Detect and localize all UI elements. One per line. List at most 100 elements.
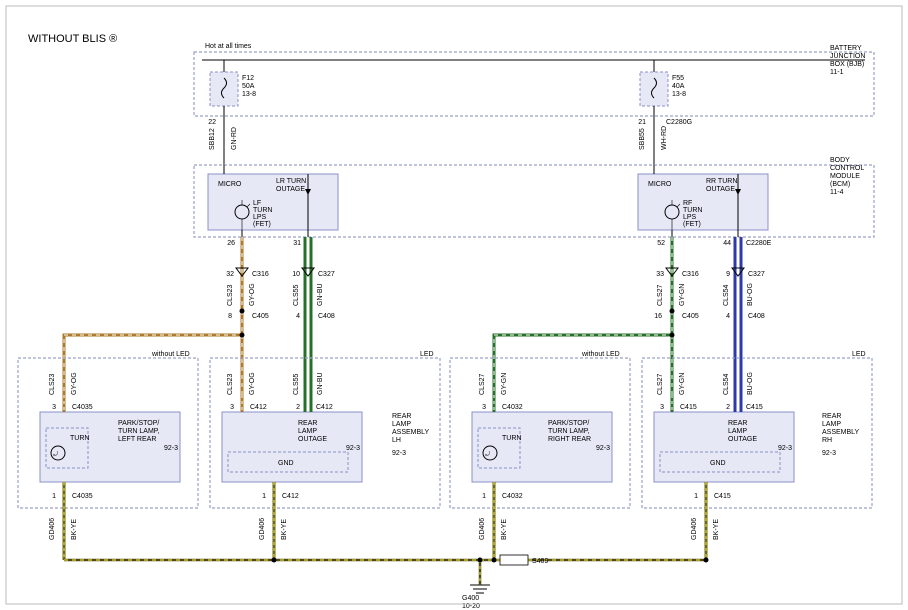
svg-text:92-3: 92-3	[346, 445, 360, 452]
svg-text:C316: C316	[252, 271, 269, 278]
svg-text:MICRO: MICRO	[648, 181, 672, 188]
svg-text:11-4: 11-4	[830, 189, 844, 196]
page-border	[6, 6, 902, 604]
svg-text:C412: C412	[250, 404, 267, 411]
svg-text:BK-YE: BK-YE	[501, 519, 508, 540]
diagram-title: WITHOUT BLIS ®	[28, 33, 117, 45]
svg-text:GD406: GD406	[259, 518, 266, 540]
svg-text:RR TURNOUTAGE: RR TURNOUTAGE	[706, 178, 737, 193]
pin-26: 26	[227, 240, 235, 247]
svg-text:C405: C405	[252, 313, 269, 320]
svg-text:GND: GND	[710, 460, 726, 467]
conn-c2280e: C2280E	[746, 240, 772, 247]
svg-text:GY-GN: GY-GN	[501, 373, 508, 395]
svg-text:92-3: 92-3	[164, 445, 178, 452]
wire-sbb12: SBB12	[209, 128, 216, 150]
svg-text:50A: 50A	[242, 83, 255, 90]
svg-text:PARK/STOP/TURN LAMP,LEFT REAR: PARK/STOP/TURN LAMP,LEFT REAR	[118, 420, 160, 443]
pin-44: 44	[723, 240, 731, 247]
svg-text:1: 1	[52, 493, 56, 500]
svg-text:C415: C415	[714, 493, 731, 500]
svg-text:GN-BU: GN-BU	[317, 372, 324, 395]
wire-sbb55-color: WH-RD	[661, 126, 668, 150]
wire-sbb55: SBB55	[639, 128, 646, 150]
bjb-box	[194, 52, 874, 116]
svg-text:33: 33	[656, 271, 664, 278]
svg-text:C327: C327	[318, 271, 335, 278]
svg-text:16: 16	[654, 313, 662, 320]
svg-text:F55: F55	[672, 75, 684, 82]
svg-text:92-3: 92-3	[778, 445, 792, 452]
svg-text:BU-OG: BU-OG	[747, 372, 754, 395]
svg-text:S409: S409	[532, 558, 548, 565]
wire-sbb12-color: GN-RD	[231, 127, 238, 150]
wire-cls23-main	[64, 237, 245, 395]
svg-text:BU-OG: BU-OG	[747, 283, 754, 306]
wire-cls27-main	[494, 237, 675, 395]
svg-text:without LED: without LED	[151, 351, 190, 358]
svg-text:BK-YE: BK-YE	[713, 519, 720, 540]
svg-text:GD406: GD406	[49, 518, 56, 540]
bjb-title2: JUNCTION	[830, 53, 865, 60]
svg-text:92-3: 92-3	[596, 445, 610, 452]
bjb-title3: BOX (BJB)	[830, 61, 864, 68]
svg-text:LED: LED	[420, 351, 434, 358]
svg-text:GD406: GD406	[479, 518, 486, 540]
svg-text:REARLAMPASSEMBLYRH: REARLAMPASSEMBLYRH	[822, 413, 860, 444]
svg-text:C4035: C4035	[72, 493, 93, 500]
svg-text:2: 2	[296, 404, 300, 411]
pin-31: 31	[293, 240, 301, 247]
svg-text:TURN: TURN	[70, 435, 89, 442]
svg-text:CLS27: CLS27	[479, 373, 486, 395]
svg-text:CLS23: CLS23	[227, 284, 234, 306]
svg-text:LED: LED	[852, 351, 866, 358]
svg-text:1: 1	[482, 493, 486, 500]
svg-text:PARK/STOP/TURN LAMP,RIGHT REAR: PARK/STOP/TURN LAMP,RIGHT REAR	[548, 420, 591, 443]
header-note: Hot at all times	[205, 43, 252, 50]
svg-text:GND: GND	[278, 460, 294, 467]
svg-text:GY-GN: GY-GN	[679, 284, 686, 306]
svg-text:3: 3	[660, 404, 664, 411]
svg-text:⤾: ⤾	[53, 451, 58, 458]
svg-text:C4032: C4032	[502, 404, 523, 411]
svg-text:CLS23: CLS23	[49, 373, 56, 395]
svg-text:10: 10	[292, 271, 300, 278]
svg-text:C4035: C4035	[72, 404, 93, 411]
svg-text:1: 1	[262, 493, 266, 500]
svg-text:C408: C408	[318, 313, 335, 320]
svg-text:(BCM): (BCM)	[830, 181, 850, 188]
svg-text:GD406: GD406	[691, 518, 698, 540]
svg-text:CLS27: CLS27	[657, 373, 664, 395]
svg-text:GY-GN: GY-GN	[679, 373, 686, 395]
svg-text:C408: C408	[748, 313, 765, 320]
svg-text:C327: C327	[748, 271, 765, 278]
svg-text:3: 3	[230, 404, 234, 411]
pin-21: 21	[638, 119, 646, 126]
pin-52: 52	[657, 240, 665, 247]
wire-cls54	[735, 237, 741, 395]
svg-text:CLS55: CLS55	[293, 284, 300, 306]
svg-text:without LED: without LED	[581, 351, 620, 358]
wire-cls55	[305, 237, 311, 395]
svg-text:3: 3	[482, 404, 486, 411]
svg-text:MODULE: MODULE	[830, 173, 860, 180]
svg-text:40A: 40A	[672, 83, 685, 90]
svg-text:GY-OG: GY-OG	[71, 372, 78, 395]
svg-text:GN-BU: GN-BU	[317, 283, 324, 306]
svg-text:GY-OG: GY-OG	[249, 283, 256, 306]
pin-22: 22	[208, 119, 216, 126]
svg-text:92-3: 92-3	[392, 450, 406, 457]
svg-text:CLS23: CLS23	[227, 373, 234, 395]
svg-text:CLS55: CLS55	[293, 373, 300, 395]
svg-text:4: 4	[726, 313, 730, 320]
svg-text:32: 32	[226, 271, 234, 278]
svg-text:13-8: 13-8	[242, 91, 256, 98]
svg-text:GY-OG: GY-OG	[249, 372, 256, 395]
svg-text:C4032: C4032	[502, 493, 523, 500]
svg-text:9: 9	[726, 271, 730, 278]
lr-turn-outage: LR TURNOUTAGE	[276, 178, 306, 193]
svg-text:MICRO: MICRO	[218, 181, 242, 188]
svg-text:2: 2	[726, 404, 730, 411]
wiring-diagram: WITHOUT BLIS ® Hot at all times BATTERY …	[0, 0, 908, 610]
svg-text:CLS54: CLS54	[723, 373, 730, 395]
